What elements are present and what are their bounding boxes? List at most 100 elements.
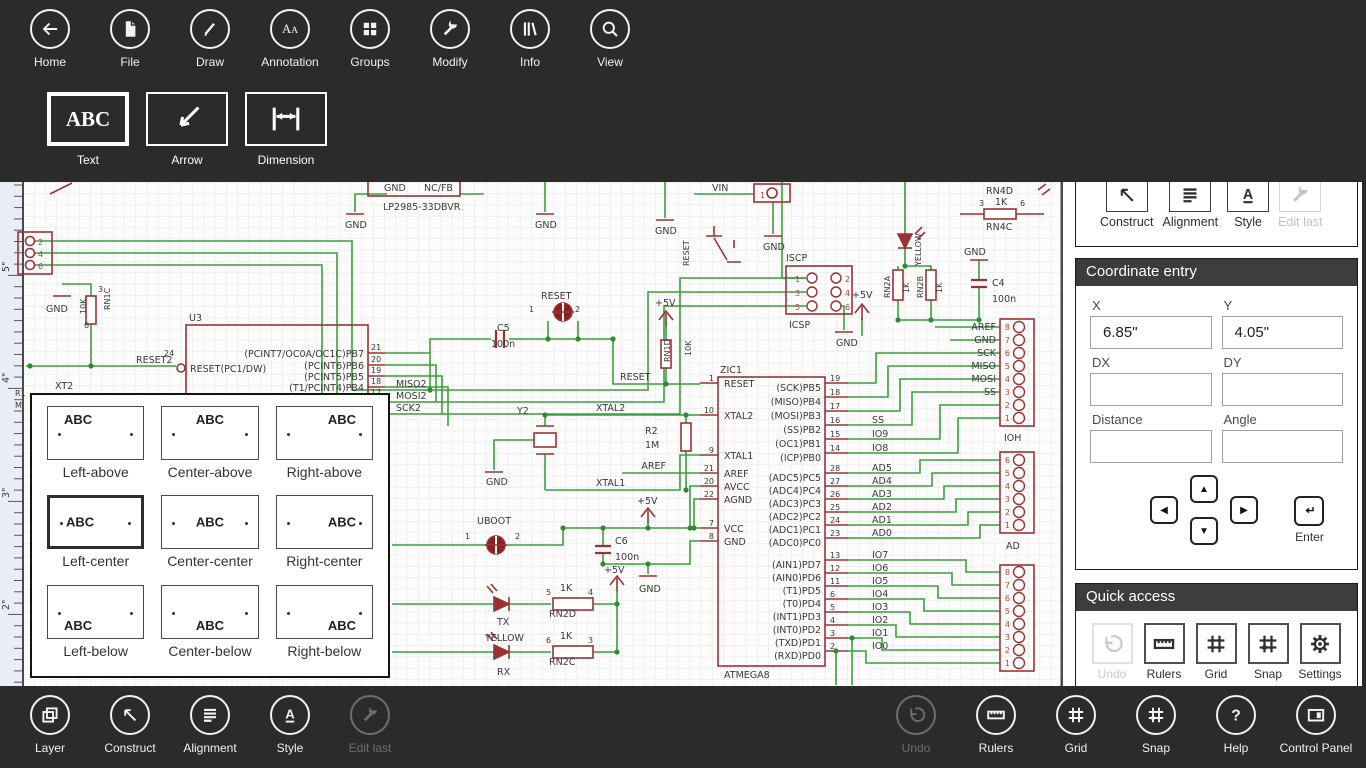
align-option-left-above[interactable]: ABCLeft-above	[47, 406, 144, 486]
quick-settings[interactable]: Settings	[1294, 623, 1346, 681]
field-input-distance[interactable]	[1090, 430, 1212, 463]
svg-text:AD2: AD2	[872, 502, 892, 513]
tool-dimension[interactable]: Dimension	[245, 92, 327, 167]
bottom-help[interactable]: ?Help	[1196, 686, 1276, 755]
bottom-style[interactable]: AStyle	[250, 686, 330, 755]
arrow-icon	[158, 100, 216, 138]
svg-text:GND: GND	[535, 220, 557, 231]
align-preview-box: ABC	[276, 585, 373, 639]
svg-text:1: 1	[1005, 521, 1010, 530]
svg-text:ISCP: ISCP	[786, 253, 807, 264]
align-option-label: Center-below	[161, 643, 258, 659]
field-input-dy[interactable]	[1222, 373, 1344, 406]
nudge-left-button[interactable]: ◀	[1150, 496, 1178, 524]
align-option-left-below[interactable]: ABCLeft-below	[47, 585, 144, 665]
svg-text:U3: U3	[189, 313, 202, 324]
quick-snap[interactable]: Snap	[1242, 623, 1294, 681]
bottom-grid[interactable]: Grid	[1036, 686, 1116, 755]
bottom-rulers[interactable]: Rulers	[956, 686, 1036, 755]
nav-modify[interactable]: Modify	[410, 0, 490, 69]
nudge-down-button[interactable]: ▼	[1190, 517, 1218, 545]
svg-text:6: 6	[1020, 199, 1025, 208]
bottom-snap[interactable]: Snap	[1116, 686, 1196, 755]
abc-sample-icon: ABC	[66, 107, 110, 132]
svg-text:3: 3	[979, 199, 984, 208]
bottom-label: Undo	[876, 741, 956, 755]
nav-home[interactable]: Home	[10, 0, 90, 69]
quick-undo: Undo	[1086, 623, 1138, 681]
nav-annotation[interactable]: AAAnnotation	[250, 0, 330, 69]
field-input-dx[interactable]	[1090, 373, 1212, 406]
svg-text:8: 8	[709, 532, 714, 541]
panel-tool-alignment[interactable]: Alignment	[1163, 182, 1219, 229]
svg-text:IO9: IO9	[872, 429, 888, 440]
svg-text:SS: SS	[984, 387, 996, 398]
svg-text:IO4: IO4	[872, 589, 888, 600]
quick-grid[interactable]: Grid	[1190, 623, 1242, 681]
align-option-center-above[interactable]: ABCCenter-above	[161, 406, 258, 486]
svg-text:AD3: AD3	[872, 489, 892, 500]
svg-text:MOSI2: MOSI2	[396, 391, 427, 402]
align-option-center-center[interactable]: ABCCenter-center	[161, 495, 258, 575]
bottom-label: Construct	[90, 741, 170, 755]
svg-text:100n: 100n	[615, 552, 639, 563]
svg-text:RN1C: RN1C	[103, 287, 112, 310]
bottom-alignment[interactable]: Alignment	[170, 686, 250, 755]
nav-file[interactable]: File	[90, 0, 170, 69]
svg-text:(INT0)PD2: (INT0)PD2	[773, 625, 821, 636]
nav-info[interactable]: Info	[490, 0, 570, 69]
svg-text:RESET(PC1/DW): RESET(PC1/DW)	[190, 364, 266, 375]
align-option-center-below[interactable]: ABCCenter-below	[161, 585, 258, 665]
field-label-dx: DX	[1092, 355, 1212, 370]
align-preview-box: ABC	[161, 406, 258, 460]
svg-text:7: 7	[1005, 336, 1010, 345]
quick-rulers[interactable]: Rulers	[1138, 623, 1190, 681]
quick-label: Snap	[1242, 667, 1294, 681]
svg-text:R1: R1	[15, 389, 26, 398]
svg-text:4: 4	[1005, 620, 1010, 629]
svg-text:RN2D: RN2D	[549, 609, 576, 620]
tool-text[interactable]: ABCText	[47, 92, 129, 167]
svg-text:UBOOT: UBOOT	[477, 516, 511, 527]
nav-view[interactable]: View	[570, 0, 650, 69]
panel-tool-style[interactable]: AStyle	[1227, 182, 1269, 229]
dimension-icon	[257, 100, 315, 138]
align-sample-text: ABC	[64, 412, 92, 427]
nav-label: Groups	[330, 55, 410, 69]
undo-icon	[904, 703, 928, 727]
nav-draw[interactable]: Draw	[170, 0, 250, 69]
align-option-right-above[interactable]: ABCRight-above	[276, 406, 373, 486]
anchor-dot	[287, 612, 290, 615]
svg-text:AD: AD	[1006, 541, 1020, 552]
align-option-right-below[interactable]: ABCRight-below	[276, 585, 373, 665]
field-input-y[interactable]	[1222, 316, 1344, 349]
nudge-right-button[interactable]: ▶	[1230, 496, 1258, 524]
svg-text:GND: GND	[964, 247, 986, 258]
svg-text:Y2: Y2	[516, 406, 529, 417]
bottom-control-panel[interactable]: Control Panel	[1276, 686, 1356, 755]
align-option-left-center[interactable]: ABCLeft-center	[47, 495, 144, 575]
schematic-canvas-area[interactable]: GNDNC/FBLP2985-33DBVRGNDGNDGNDGNDVIN1RES…	[0, 182, 1075, 686]
tool-label: Arrow	[146, 153, 228, 167]
svg-text:IO6: IO6	[872, 563, 888, 574]
enter-button[interactable]	[1294, 496, 1324, 526]
bottom-construct[interactable]: Construct	[90, 686, 170, 755]
tool-label: Dimension	[245, 153, 327, 167]
field-input-x[interactable]	[1090, 316, 1212, 349]
nav-groups[interactable]: Groups	[330, 0, 410, 69]
align-sample-text: ABC	[196, 412, 224, 427]
panel-tool-construct[interactable]: Construct	[1100, 182, 1154, 229]
quick-label: Rulers	[1138, 667, 1190, 681]
svg-text:GND: GND	[345, 220, 367, 231]
nav-label: Info	[490, 55, 570, 69]
field-input-angle[interactable]	[1222, 430, 1344, 463]
svg-text:GND: GND	[384, 183, 406, 194]
nudge-up-button[interactable]: ▲	[1190, 475, 1218, 503]
align-option-right-center[interactable]: ABCRight-center	[276, 495, 373, 575]
svg-text:ATMEGA8: ATMEGA8	[724, 670, 770, 681]
svg-text:XT2: XT2	[55, 381, 73, 392]
tool-arrow[interactable]: Arrow	[146, 92, 228, 167]
bottom-layer[interactable]: Layer	[10, 686, 90, 755]
svg-text:15: 15	[830, 430, 840, 439]
canvas-right-border	[1061, 182, 1064, 686]
